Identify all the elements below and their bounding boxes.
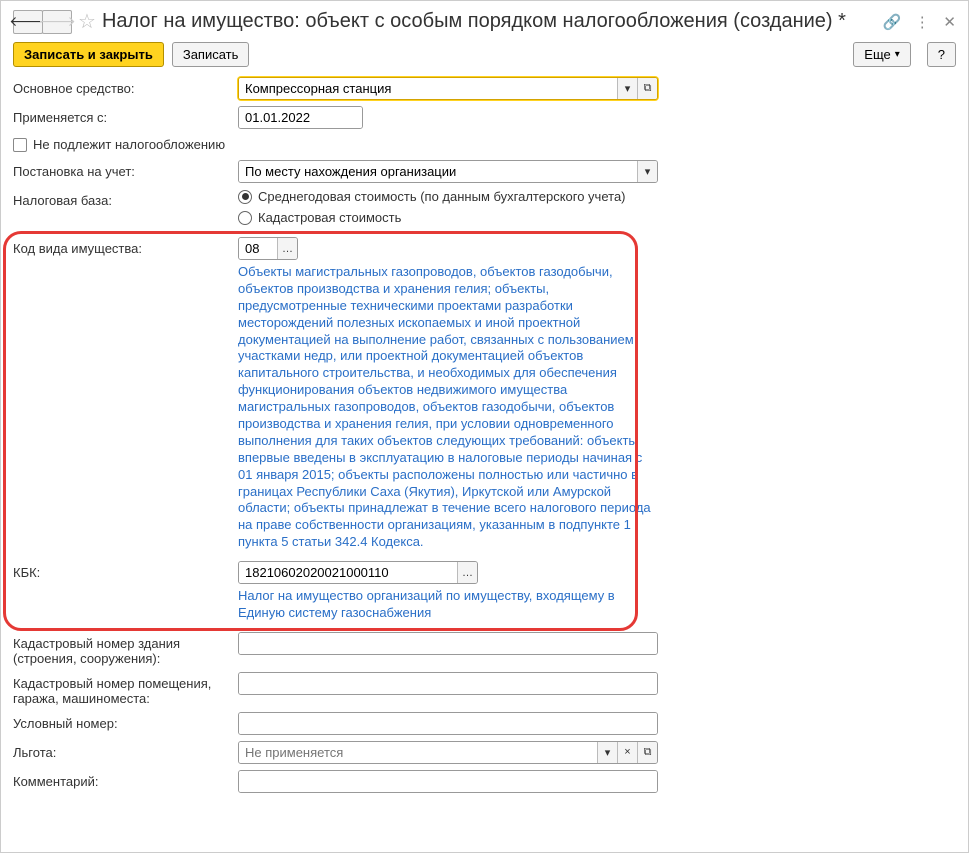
- chevron-down-icon: ▾: [895, 49, 900, 60]
- more-button[interactable]: Еще ▾: [853, 42, 910, 67]
- ellipsis-icon[interactable]: …: [277, 238, 297, 259]
- property-code-label: Код вида имущества:: [13, 237, 238, 256]
- not-taxable-checkbox[interactable]: [13, 138, 27, 152]
- fixed-asset-input[interactable]: [239, 78, 617, 99]
- favorite-icon[interactable]: ☆: [78, 9, 96, 34]
- cadastral-building-label: Кадастровый номер здания (строения, соор…: [13, 632, 238, 666]
- link-icon[interactable]: 🔗: [882, 14, 901, 31]
- cadastral-building-input[interactable]: [239, 633, 657, 654]
- benefit-label: Льгота:: [13, 741, 238, 760]
- registration-input[interactable]: [239, 161, 637, 182]
- tax-base-option1: Среднегодовая стоимость (по данным бухга…: [258, 189, 626, 204]
- property-code-input[interactable]: [239, 238, 277, 259]
- applied-from-input[interactable]: [239, 107, 363, 128]
- clear-icon[interactable]: ×: [617, 742, 637, 763]
- open-icon[interactable]: ⧉: [637, 78, 657, 99]
- kbk-label: КБК:: [13, 561, 238, 580]
- applied-from-label: Применяется с:: [13, 106, 238, 125]
- dropdown-icon[interactable]: ▾: [637, 161, 657, 182]
- property-code-description[interactable]: Объекты магистральных газопроводов, объе…: [238, 264, 658, 551]
- tax-base-option2: Кадастровая стоимость: [258, 210, 401, 225]
- cadastral-room-label: Кадастровый номер помещения, гаража, маш…: [13, 672, 238, 706]
- kbk-description[interactable]: Налог на имущество организаций по имущес…: [238, 588, 658, 622]
- forward-button[interactable]: 🡒: [42, 10, 72, 34]
- menu-icon[interactable]: ⋮: [915, 14, 930, 31]
- fixed-asset-label: Основное средство:: [13, 77, 238, 96]
- dropdown-icon[interactable]: ▾: [617, 78, 637, 99]
- tax-base-label: Налоговая база:: [13, 189, 238, 208]
- close-icon[interactable]: ✕: [943, 14, 956, 31]
- comment-input[interactable]: [239, 771, 657, 792]
- help-button[interactable]: ?: [927, 42, 956, 67]
- save-close-button[interactable]: Записать и закрыть: [13, 42, 164, 67]
- tax-base-radio-cadastral[interactable]: [238, 211, 252, 225]
- ellipsis-icon[interactable]: …: [457, 562, 477, 583]
- page-title: Налог на имущество: объект с особым поря…: [102, 10, 873, 33]
- comment-label: Комментарий:: [13, 770, 238, 789]
- conditional-number-label: Условный номер:: [13, 712, 238, 731]
- conditional-number-input[interactable]: [239, 713, 657, 734]
- dropdown-icon[interactable]: ▾: [597, 742, 617, 763]
- open-icon[interactable]: ⧉: [637, 742, 657, 763]
- kbk-input[interactable]: [239, 562, 457, 583]
- not-taxable-label: Не подлежит налогообложению: [33, 137, 225, 152]
- registration-label: Постановка на учет:: [13, 160, 238, 179]
- benefit-input[interactable]: [239, 742, 597, 763]
- save-button[interactable]: Записать: [172, 42, 250, 67]
- tax-base-radio-avg[interactable]: [238, 190, 252, 204]
- cadastral-room-input[interactable]: [239, 673, 657, 694]
